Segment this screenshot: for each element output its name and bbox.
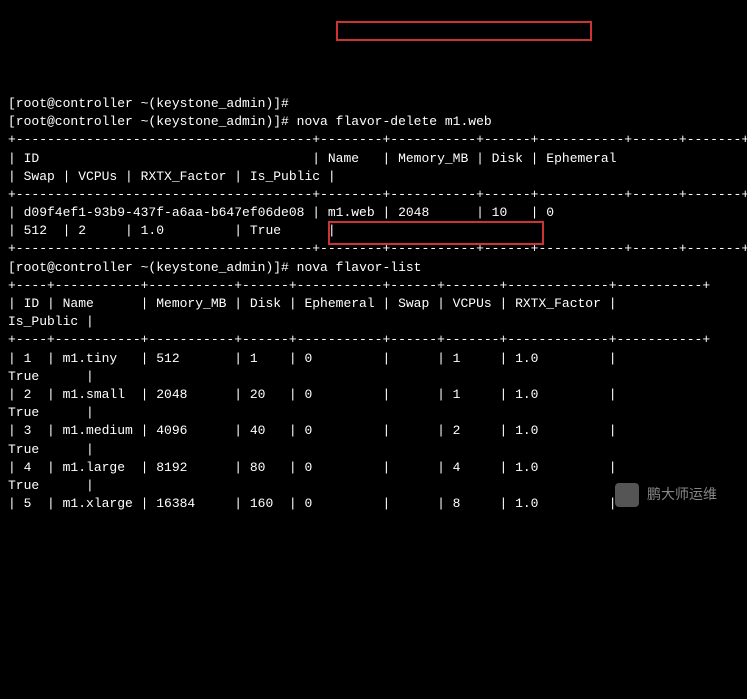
table-row: True | (8, 442, 94, 457)
highlight-box-delete (336, 21, 592, 41)
table-separator: +----+-----------+-----------+------+---… (8, 278, 710, 293)
table-header-row2: | Swap | VCPUs | RXTX_Factor | Is_Public… (8, 169, 336, 184)
prompt-line: [root@controller ~(keystone_admin)]# (8, 96, 289, 111)
table-row: | 4 | m1.large | 8192 | 80 | 0 | | 4 | 1… (8, 460, 624, 475)
table-row: True | (8, 405, 94, 420)
table-header-row1: | ID | Name | Memory_MB | Disk | Ephemer… (8, 296, 624, 311)
table-row: | 512 | 2 | 1.0 | True | (8, 223, 336, 238)
table-header-row2: Is_Public | (8, 314, 94, 329)
command-list: nova flavor-list (297, 260, 422, 275)
watermark: 鹏大师运维 (615, 483, 717, 507)
command-delete: nova flavor-delete m1.web (297, 114, 492, 129)
table-separator: +--------------------------------------+… (8, 187, 747, 202)
table-row: | 1 | m1.tiny | 512 | 1 | 0 | | 1 | 1.0 … (8, 351, 624, 366)
table-separator: +----+-----------+-----------+------+---… (8, 332, 710, 347)
table-row: | d09f4ef1-93b9-437f-a6aa-b647ef06de08 |… (8, 205, 617, 220)
wechat-icon (615, 483, 639, 507)
watermark-text: 鹏大师运维 (647, 485, 717, 505)
prompt-prefix: [root@controller ~(keystone_admin)]# (8, 260, 297, 275)
table-separator: +--------------------------------------+… (8, 132, 747, 147)
table-separator: +--------------------------------------+… (8, 241, 747, 256)
table-row: True | (8, 369, 94, 384)
prompt-prefix: [root@controller ~(keystone_admin)]# (8, 114, 297, 129)
table-row: | 2 | m1.small | 2048 | 20 | 0 | | 1 | 1… (8, 387, 624, 402)
table-row: True | (8, 478, 94, 493)
table-header-row1: | ID | Name | Memory_MB | Disk | Ephemer… (8, 151, 617, 166)
terminal-output: [root@controller ~(keystone_admin)]# [ro… (0, 73, 747, 518)
table-row: | 3 | m1.medium | 4096 | 40 | 0 | | 2 | … (8, 423, 624, 438)
table-row: | 5 | m1.xlarge | 16384 | 160 | 0 | | 8 … (8, 496, 624, 511)
